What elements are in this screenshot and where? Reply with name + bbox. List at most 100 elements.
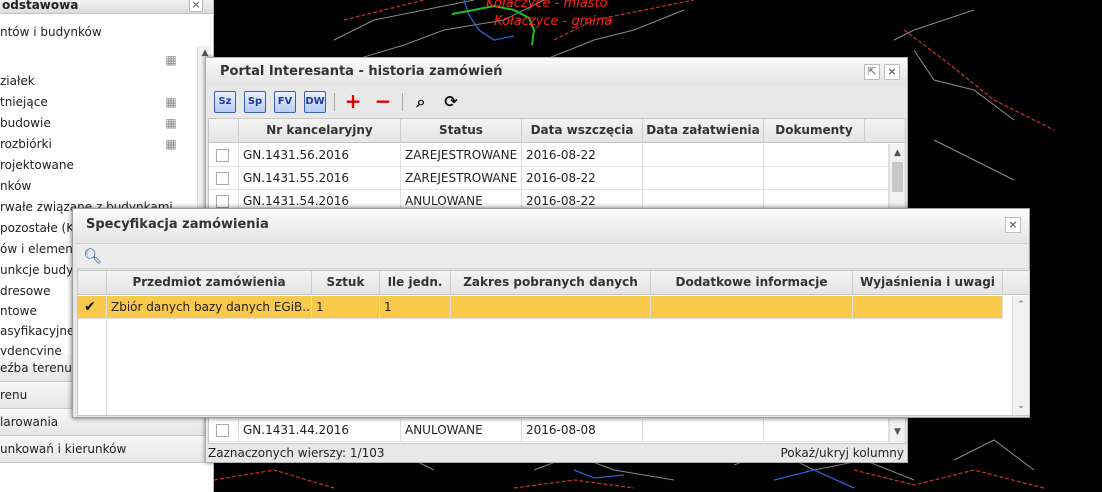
search-icon[interactable]: 🔍︎ [83,247,102,265]
layer-item[interactable]: tniejące [0,92,48,112]
toggle-columns-link[interactable]: Pokaż/ukryj kolumny [780,445,904,461]
layer-grid-icon[interactable]: ▦ [164,116,178,130]
scroll-down-icon[interactable]: ⌄ [1013,399,1029,413]
portal-toolbar: Sz Sp FV DW + − ⌕ ⟳ [210,89,905,115]
remove-button[interactable]: − [372,91,394,113]
portal-window-title: Portal Interesanta - historia zamówień [206,58,907,86]
layer-item[interactable]: asyfikacyjne [0,321,74,341]
header-dodatkowe[interactable]: Dodatkowe informacje [651,271,853,295]
header-ile-jedn[interactable]: Ile jedn. [380,271,451,295]
layer-item[interactable]: budowie [0,113,51,133]
dw-button[interactable]: DW [304,91,326,113]
layer-grid-icon[interactable]: ▦ [164,95,178,109]
layer-item[interactable]: ntowe [0,301,37,321]
binoculars-icon[interactable]: ⌕ [410,91,432,113]
cell-wyjasnienia [853,296,1003,319]
layer-item[interactable]: nków [0,176,31,196]
header-nr-kancelaryjny[interactable]: Nr kancelaryjny [239,119,401,143]
layer-item[interactable]: pozostałe (K1 [0,218,82,238]
layer-item[interactable]: rozbiórki [0,134,52,154]
row-check-cell [209,419,239,442]
header-zakres[interactable]: Zakres pobranych danych [451,271,651,295]
cell-dokumenty [764,419,889,442]
cell-sztuk: 1 [312,296,380,319]
scroll-thumb[interactable] [892,162,903,192]
row-checkbox[interactable] [216,424,229,437]
scroll-down-icon[interactable]: ▼ [890,425,905,439]
cell-przedmiot: Zbiór danych bazy danych EGiB... [107,296,312,319]
cell-data-zalatwienia [643,167,764,190]
cell-zakres [451,296,651,319]
cell-data-zalatwienia [643,419,764,442]
row-checkbox[interactable] [216,172,229,185]
sz-button[interactable]: Sz [214,91,236,113]
header-przedmiot[interactable]: Przedmiot zamówienia [107,271,312,295]
spec-window-title: Specyfikacja zamówienia [73,209,1029,241]
header-data-zalatwienia[interactable]: Data załatwienia [643,119,764,143]
layer-item[interactable]: ydencyjne [0,341,62,355]
cell-status: ZAREJESTROWANE [401,167,522,190]
orders-grid-header: Nr kancelaryjny Status Data wszczęcia Da… [209,119,905,143]
cell-nr: GN.1431.56.2016 [239,144,401,167]
toolbar-separator [402,93,403,111]
layers-panel-title: odstawowa [2,0,79,12]
cell-nr: GN.1431.44.2016 [239,419,401,442]
refresh-icon[interactable]: ⟳ [440,91,462,113]
layers-panel-close-button[interactable]: × [189,0,203,12]
accordion-item[interactable]: unkowań i kierunków [0,436,213,463]
layer-item[interactable]: unkcje budyn [0,260,81,280]
cell-date: 2016-08-22 [522,167,643,190]
popout-icon[interactable]: ⇱ [864,64,880,80]
spec-grid-scrollbar[interactable]: ⌃ ⌄ [1012,296,1029,415]
row-checked-icon[interactable]: ✔ [78,296,107,319]
layer-item[interactable]: ów i element [0,239,78,259]
spec-close-button[interactable]: × [1005,217,1021,233]
cell-status: ANULOWANE [401,419,522,442]
cell-dokumenty [764,167,889,190]
layers-panel-header: odstawowa × [0,0,213,14]
header-dokumenty[interactable]: Dokumenty [764,119,865,143]
scroll-up-icon[interactable]: ▲ [890,146,905,160]
spec-toolbar: 🔍︎ [77,243,1027,269]
header-data-wszczecia[interactable]: Data wszczęcia [522,119,643,143]
row-check-cell [209,144,239,167]
layer-item[interactable]: ziałek [0,71,35,91]
check-column-fill [78,320,107,415]
spec-grid: Przedmiot zamówienia Sztuk Ile jedn. Zak… [77,270,1030,416]
fv-button[interactable]: FV [274,91,296,113]
add-button[interactable]: + [342,91,364,113]
layer-grid-icon[interactable]: ▦ [164,53,178,67]
cell-dodatkowe [651,296,853,319]
cell-ile-jedn: 1 [380,296,451,319]
header-wyjasnienia[interactable]: Wyjaśnienia i uwagi [853,271,1003,295]
cell-nr: GN.1431.55.2016 [239,167,401,190]
table-row[interactable]: GN.1431.55.2016 ZAREJESTROWANE 2016-08-2… [209,167,889,190]
cell-status: ZAREJESTROWANE [401,144,522,167]
portal-status-bar: Zaznaczonych wierszy: 1/103 Pokaż/ukryj … [208,445,906,462]
header-check-column [209,119,239,143]
toolbar-separator [334,93,335,111]
layer-item[interactable]: ntów i budynków [0,22,102,42]
spec-grid-header: Przedmiot zamówienia Sztuk Ile jedn. Zak… [78,271,1029,295]
selected-rows-count: Zaznaczonych wierszy: 1/103 [208,446,385,460]
map-label-kolaczyce-gmina: Kołaczyce - gmina [494,14,613,29]
cell-date: 2016-08-22 [522,144,643,167]
layer-item[interactable]: rojektowane [0,155,74,175]
table-row[interactable]: GN.1431.44.2016 ANULOWANE 2016-08-08 [209,419,889,442]
spec-window: Specyfikacja zamówienia × 🔍︎ Przedmiot z… [72,208,1030,418]
layer-item[interactable]: dresowe [0,281,50,301]
row-checkbox[interactable] [216,195,229,208]
row-checkbox[interactable] [216,149,229,162]
header-sztuk[interactable]: Sztuk [312,271,380,295]
header-check-column [78,271,107,295]
sp-button[interactable]: Sp [244,91,266,113]
layer-grid-icon[interactable]: ▦ [164,137,178,151]
header-status[interactable]: Status [401,119,522,143]
table-row[interactable]: GN.1431.56.2016 ZAREJESTROWANE 2016-08-2… [209,144,889,167]
row-check-cell [209,167,239,190]
scroll-up-icon[interactable]: ⌃ [1013,298,1029,312]
table-row[interactable]: ✔ Zbiór danych bazy danych EGiB... 1 1 [78,296,1003,319]
portal-close-button[interactable]: × [884,64,900,80]
cell-date: 2016-08-08 [522,419,643,442]
map-label-kolaczyce-miasto: Kołaczyce - miasto [486,0,608,11]
